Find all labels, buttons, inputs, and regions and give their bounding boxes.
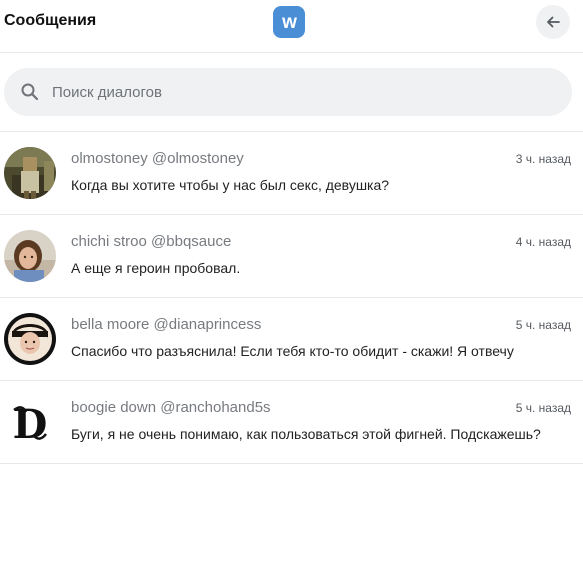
conversation-item[interactable]: chichi stroo @bbqsauce 4 ч. назад А еще … — [0, 215, 583, 298]
avatar — [4, 313, 56, 365]
conversation-time: 3 ч. назад — [515, 152, 571, 166]
app-header: Сообщения w — [0, 0, 583, 53]
conversation-time: 5 ч. назад — [515, 401, 571, 415]
conversation-last-message: Спасибо что разъяснила! Если тебя кто-то… — [71, 343, 514, 359]
conversation-last-message: Буги, я не очень понимаю, как пользовать… — [71, 426, 541, 442]
conversation-item[interactable]: olmostoney @olmostoney 3 ч. назад Когда … — [0, 132, 583, 215]
conversation-list: olmostoney @olmostoney 3 ч. назад Когда … — [0, 132, 583, 464]
conversation-last-message: А еще я героин пробовал. — [71, 260, 241, 276]
avatar: D — [4, 396, 56, 448]
search-bar — [4, 68, 572, 116]
conversation-name: olmostoney @olmostoney — [71, 150, 244, 167]
avatar — [4, 230, 56, 282]
logo-letter: w — [282, 11, 297, 33]
conversation-last-message: Когда вы хотите чтобы у нас был секс, де… — [71, 177, 390, 193]
conversation-name: bella moore @dianaprincess — [71, 316, 262, 333]
search-icon — [21, 83, 39, 101]
avatar — [4, 147, 56, 199]
conversation-name: boogie down @ranchohand5s — [71, 399, 271, 416]
app-logo[interactable]: w — [273, 6, 305, 38]
conversation-item[interactable]: D boogie down @ranchohand5s 5 ч. назад Б… — [0, 381, 583, 464]
search-input[interactable] — [52, 68, 552, 116]
conversation-time: 4 ч. назад — [515, 235, 571, 249]
conversation-time: 5 ч. назад — [515, 318, 571, 332]
back-button[interactable] — [536, 5, 570, 39]
arrow-left-icon — [547, 16, 560, 28]
conversation-item[interactable]: bella moore @dianaprincess 5 ч. назад Сп… — [0, 298, 583, 381]
page-title: Сообщения — [4, 12, 97, 29]
conversation-name: chichi stroo @bbqsauce — [71, 233, 232, 250]
